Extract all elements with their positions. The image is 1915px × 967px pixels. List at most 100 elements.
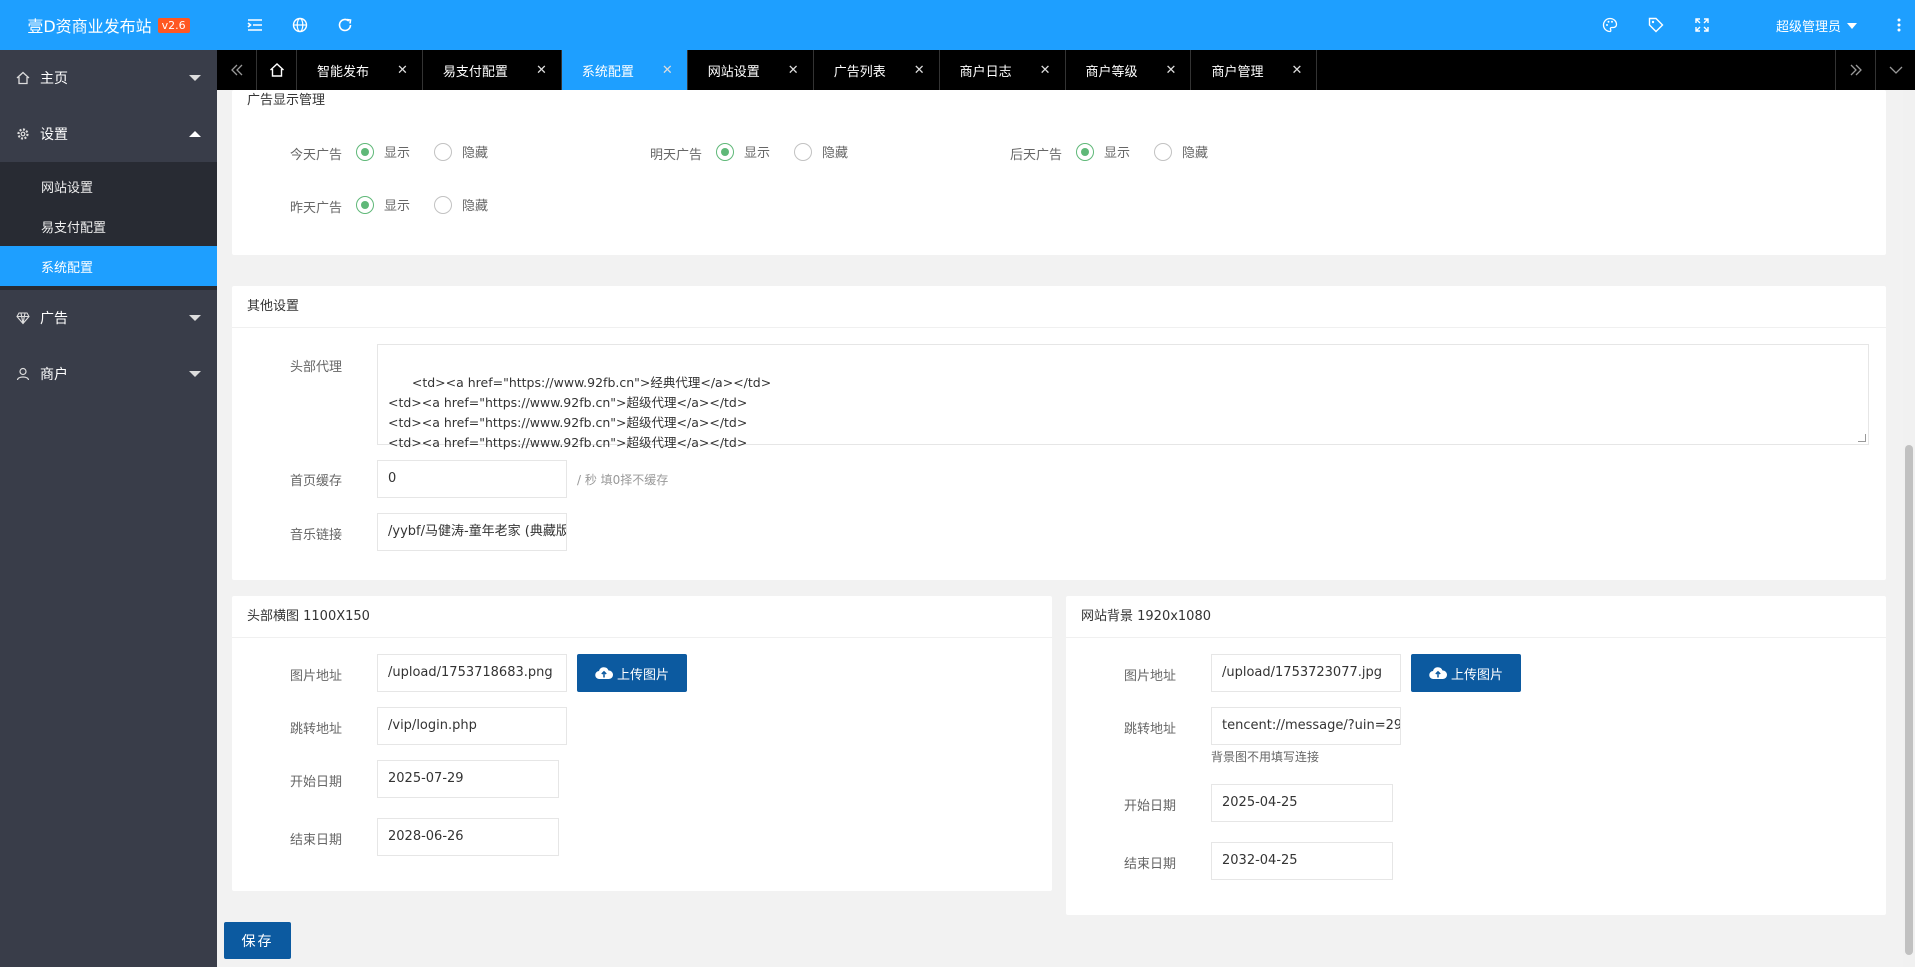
tomorrow-ad-show-radio[interactable]: 显示 (716, 142, 770, 161)
background-jump-input[interactable]: tencent://message/?uin=2934 (1211, 707, 1401, 745)
background-jump-hint: 背景图不用填写连接 (1211, 750, 1320, 764)
close-icon[interactable]: ✕ (1166, 63, 1177, 78)
admin-menu[interactable]: 超级管理员 (1776, 16, 1857, 35)
scrollbar-thumb[interactable] (1905, 445, 1913, 955)
tab-smart-publish[interactable]: 智能发布 ✕ (297, 50, 423, 90)
tab-home[interactable] (257, 50, 297, 90)
yesterday-ad-hide-radio[interactable]: 隐藏 (434, 195, 488, 214)
tab-merchant-manage[interactable]: 商户管理 ✕ (1191, 50, 1318, 90)
music-input[interactable]: /yybf/马健涛-童年老家 (典藏版 (377, 513, 567, 551)
tab-system-config[interactable]: 系统配置 ✕ (561, 50, 688, 90)
background-end-label: 结束日期 (1123, 857, 1176, 872)
tag-icon[interactable] (1647, 16, 1665, 34)
background-start-input[interactable]: 2025-04-25 (1211, 784, 1393, 822)
day-after-ad-hide-radio[interactable]: 隐藏 (1154, 142, 1208, 161)
tab-ad-list[interactable]: 广告列表 ✕ (814, 50, 940, 90)
tab-merchant-level[interactable]: 商户等级 ✕ (1066, 50, 1192, 90)
banner-img-input[interactable]: /upload/1753718683.png (377, 654, 567, 692)
close-icon[interactable]: ✕ (788, 63, 799, 78)
background-upload-button[interactable]: 上传图片 (1411, 654, 1522, 692)
tabs-scroll-left-icon[interactable] (217, 50, 257, 90)
close-icon[interactable]: ✕ (397, 63, 408, 78)
banner-jump-label: 跳转地址 (289, 722, 342, 737)
settings-submenu: 网站设置 易支付配置 系统配置 (0, 162, 217, 290)
yesterday-ad-label: 昨天广告 (289, 201, 342, 216)
resize-handle[interactable] (1858, 434, 1866, 442)
globe-icon[interactable] (291, 16, 309, 34)
sidebar-group-merchants[interactable]: 商户 (0, 346, 217, 402)
background-end-input[interactable]: 2032-04-25 (1211, 842, 1393, 880)
banner-start-label: 开始日期 (289, 775, 342, 790)
banner-end-input[interactable]: 2028-06-26 (377, 818, 559, 856)
day-after-ad-radios: 显示 隐藏 (1076, 142, 1232, 161)
yesterday-ad-show-radio[interactable]: 显示 (356, 195, 410, 214)
background-card: 网站背景 1920x1080 图片地址 /upload/1753723077.j… (1066, 596, 1886, 915)
more-vertical-icon[interactable] (1890, 16, 1908, 34)
tab-site-settings[interactable]: 网站设置 ✕ (688, 50, 814, 90)
cache-label: 首页缓存 (289, 474, 342, 489)
main-content: 广告显示管理 今天广告 显示 隐藏 明天广告 显示 隐藏 后天广告 显示 隐藏 … (217, 90, 1897, 967)
refresh-icon[interactable] (336, 16, 354, 34)
page-scrollbar[interactable] (1903, 90, 1915, 967)
chevron-down-icon (189, 371, 201, 377)
sidebar-item-system-config[interactable]: 系统配置 (0, 246, 217, 286)
day-after-ad-show-radio[interactable]: 显示 (1076, 142, 1130, 161)
sidebar: 主页 设置 网站设置 易支付配置 系统配置 广告 商户 (0, 50, 217, 967)
music-label: 音乐链接 (289, 528, 342, 543)
save-button[interactable]: 保存 (224, 922, 291, 959)
head-proxy-textarea[interactable]: <td><a href="https://www.92fb.cn">经典代理</… (377, 344, 1869, 450)
day-after-ad-label: 后天广告 (1009, 148, 1062, 163)
version-badge: v2.6 (157, 17, 190, 33)
banner-upload-button[interactable]: 上传图片 (577, 654, 688, 692)
banner-start-input[interactable]: 2025-07-29 (377, 760, 559, 798)
app-title: 壹D资商业发布站 (27, 17, 152, 36)
banner-header: 头部横图 1100X150 (232, 596, 1052, 638)
background-start-label: 开始日期 (1123, 799, 1176, 814)
cloud-upload-icon (595, 667, 613, 680)
tomorrow-ad-label: 明天广告 (649, 148, 702, 163)
user-icon (16, 367, 30, 381)
close-icon[interactable]: ✕ (1040, 63, 1051, 78)
chevron-down-icon (189, 315, 201, 321)
tomorrow-ad-hide-radio[interactable]: 隐藏 (794, 142, 848, 161)
banner-img-label: 图片地址 (289, 669, 342, 684)
caret-down-icon (1847, 22, 1857, 29)
fullscreen-icon[interactable] (1693, 16, 1711, 34)
sidebar-group-label: 设置 (40, 127, 68, 143)
today-ad-hide-radio[interactable]: 隐藏 (434, 142, 488, 161)
tab-epay-config[interactable]: 易支付配置 ✕ (423, 50, 562, 90)
banner-jump-input[interactable]: /vip/login.php (377, 707, 567, 745)
banner-end-label: 结束日期 (289, 833, 342, 848)
chevron-up-icon (189, 131, 201, 137)
close-icon[interactable]: ✕ (536, 63, 547, 78)
gear-icon (16, 127, 30, 141)
sidebar-group-ads[interactable]: 广告 (0, 290, 217, 346)
background-jump-label: 跳转地址 (1123, 722, 1176, 737)
close-icon[interactable]: ✕ (1291, 63, 1302, 78)
close-icon[interactable]: ✕ (914, 63, 925, 78)
home-icon (269, 63, 284, 77)
sidebar-group-settings[interactable]: 设置 (0, 106, 217, 162)
tabs-dropdown-icon[interactable] (1875, 50, 1915, 90)
sidebar-group-label: 主页 (40, 71, 68, 87)
top-bar: 超级管理员 (217, 0, 1915, 50)
admin-name: 超级管理员 (1775, 20, 1841, 35)
today-ad-radios: 显示 隐藏 (356, 142, 512, 161)
tabs-bar: 智能发布 ✕ 易支付配置 ✕ 系统配置 ✕ 网站设置 ✕ 广告列表 ✕ 商户日志 ✕ 商户等… (217, 50, 1915, 90)
today-ad-label: 今天广告 (289, 148, 342, 163)
cache-input[interactable]: 0 (377, 460, 567, 498)
tab-merchant-log[interactable]: 商户日志 ✕ (940, 50, 1066, 90)
cloud-upload-icon (1429, 667, 1447, 680)
menu-toggle-icon[interactable] (246, 16, 264, 34)
sidebar-item-site-settings[interactable]: 网站设置 (0, 166, 217, 206)
close-icon[interactable]: ✕ (662, 63, 673, 78)
theme-palette-icon[interactable] (1601, 16, 1619, 34)
background-img-input[interactable]: /upload/1753723077.jpg (1211, 654, 1401, 692)
other-settings-header: 其他设置 (232, 286, 1886, 328)
sidebar-group-home[interactable]: 主页 (0, 50, 217, 106)
today-ad-show-radio[interactable]: 显示 (356, 142, 410, 161)
sidebar-group-label: 商户 (40, 367, 68, 383)
tomorrow-ad-radios: 显示 隐藏 (716, 142, 872, 161)
tabs-scroll-right-icon[interactable] (1835, 50, 1875, 90)
sidebar-item-epay-config[interactable]: 易支付配置 (0, 206, 217, 246)
